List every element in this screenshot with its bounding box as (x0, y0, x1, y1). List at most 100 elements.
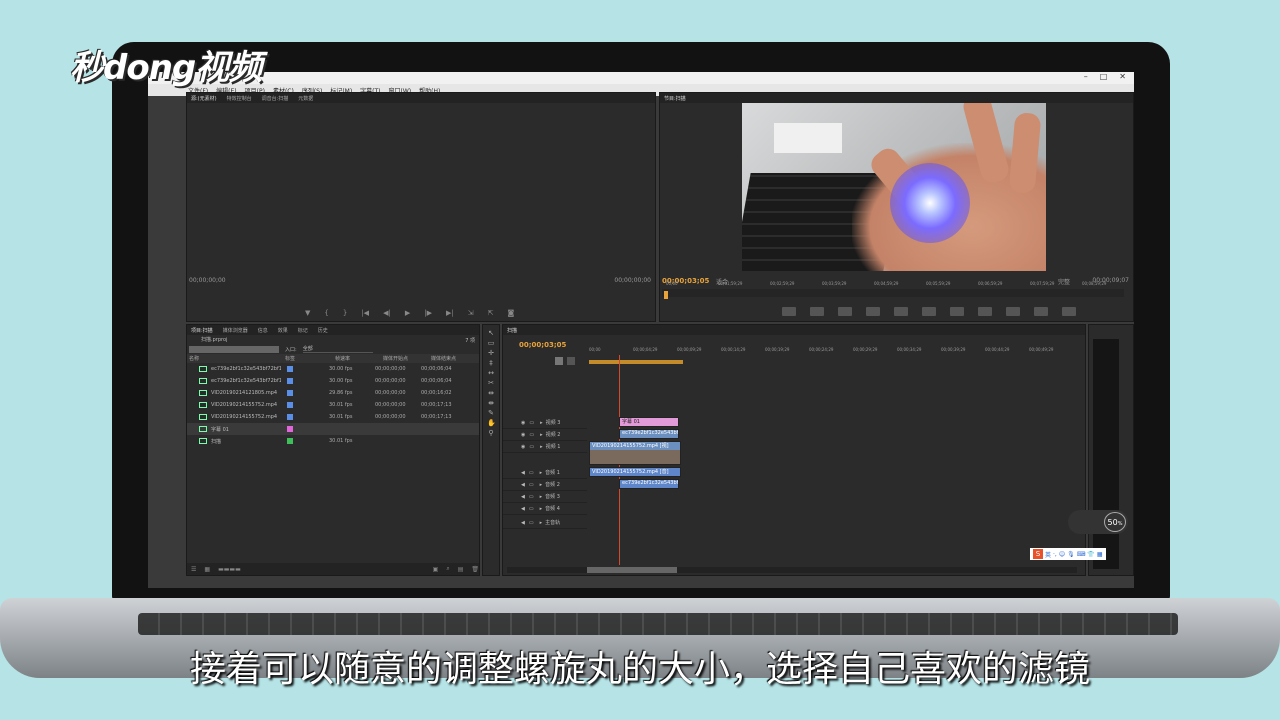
mark-in-icon[interactable] (782, 307, 796, 316)
list-view-icon[interactable]: ☰ (191, 566, 196, 573)
lock-icon[interactable]: ▭ (529, 444, 534, 450)
lift-icon[interactable] (1006, 307, 1020, 316)
tab-sequence[interactable]: 扫描 (507, 327, 517, 334)
eye-icon[interactable]: ◉ (521, 420, 525, 426)
speaker-icon[interactable]: ◀ (521, 494, 525, 500)
tab-source[interactable]: 源:(无素材) (191, 95, 217, 102)
snap-icon[interactable] (555, 357, 563, 365)
lock-icon[interactable]: ▭ (529, 470, 534, 476)
eye-icon[interactable]: ◉ (521, 444, 525, 450)
work-area-bar[interactable] (589, 360, 683, 364)
label-swatch[interactable] (287, 378, 293, 384)
set-out-icon[interactable]: } (343, 309, 347, 317)
extract-icon[interactable] (1034, 307, 1048, 316)
icon-view-icon[interactable]: ▦ (204, 566, 210, 573)
project-item[interactable]: ec739e2bf1c32e543bf72bf1 30.00 fps 00;00… (187, 375, 479, 387)
lock-icon[interactable]: ▭ (529, 482, 534, 488)
export-frame-icon[interactable] (1062, 307, 1076, 316)
project-item[interactable]: VID20190214155752.mp4 30.01 fps 00;00;00… (187, 399, 479, 411)
label-swatch[interactable] (287, 414, 293, 420)
maximize-icon[interactable]: □ (1100, 72, 1108, 81)
expand-icon[interactable]: ▸ (540, 520, 543, 526)
track-header[interactable]: ◉ ▭ ▸ 视频 3 (503, 417, 587, 429)
go-to-out-icon[interactable]: ▶| (446, 309, 454, 317)
tab-project[interactable]: 项目:扫描 (191, 327, 213, 334)
tab-audio-mixer[interactable]: 调音台:扫描 (262, 95, 289, 102)
rolling-edit-tool-icon[interactable]: ‡ (487, 359, 495, 367)
expand-icon[interactable]: ▸ (540, 482, 543, 488)
lock-icon[interactable]: ▭ (529, 432, 534, 438)
track-header[interactable]: ◀ ▭ ▸ 主音轨 (503, 517, 587, 529)
col-fps[interactable]: 帧速率 (335, 355, 383, 362)
project-item[interactable]: VID20190214121805.mp4 29.86 fps 00;00;00… (187, 387, 479, 399)
step-forward-icon[interactable] (950, 307, 964, 316)
eye-icon[interactable]: ◉ (521, 432, 525, 438)
tab-history[interactable]: 历史 (318, 327, 328, 334)
label-swatch[interactable] (287, 426, 293, 432)
delete-icon[interactable]: 🗑 (471, 566, 479, 573)
project-item[interactable]: 扫描 30.01 fps (187, 435, 479, 447)
a1-clip[interactable]: VID20190214155752.mp4 [音] (589, 467, 681, 477)
speaker-icon[interactable]: ◀ (521, 520, 525, 526)
a2-clip[interactable]: ec739e2bf1c32e543bf7 (619, 479, 679, 489)
ripple-edit-tool-icon[interactable]: ✛ (487, 349, 495, 357)
emoji-icon[interactable]: ☺ (1059, 551, 1065, 558)
selection-tool-icon[interactable]: ↖ (487, 329, 495, 337)
search-icon[interactable]: ⌕ (446, 565, 449, 573)
timeline-ruler[interactable]: 00;00 00;00;04;29 00;00;09;29 00;00;14;29 00… (587, 345, 1077, 361)
label-swatch[interactable] (287, 366, 293, 372)
minimize-icon[interactable]: – (1084, 72, 1088, 81)
v2-clip[interactable]: ec739e2bf1c32e543bf7 (619, 429, 679, 439)
entry-select[interactable]: 全部 (302, 345, 373, 353)
tab-effect-controls[interactable]: 特效控制台 (227, 95, 252, 102)
expand-icon[interactable]: ▸ (540, 432, 543, 438)
label-swatch[interactable] (287, 402, 293, 408)
expand-icon[interactable]: ▸ (540, 506, 543, 512)
col-label[interactable]: 标签 (285, 355, 335, 362)
slip-tool-icon[interactable]: ⇹ (487, 389, 495, 397)
hand-tool-icon[interactable]: ✋ (487, 419, 496, 427)
lock-icon[interactable]: ▭ (529, 520, 534, 526)
ime-tray[interactable]: S 英 ·, ☺ 🎙 ⌨ 👕 ▦ (1030, 548, 1106, 560)
sogou-icon[interactable]: S (1033, 549, 1043, 559)
timeline-scrollbar[interactable] (507, 567, 1077, 573)
track-header[interactable]: ◀ ▭ ▸ 音频 3 (503, 491, 587, 503)
razor-tool-icon[interactable]: ✂ (487, 379, 495, 387)
toolbox-icon[interactable]: ▦ (1097, 551, 1103, 558)
go-to-in-icon[interactable] (866, 307, 880, 316)
step-back-icon[interactable]: ◀| (383, 309, 391, 317)
new-bin-icon[interactable]: ▣ (433, 566, 439, 573)
quality-select[interactable]: 完整 (1058, 277, 1070, 286)
title-clip[interactable]: 字幕 01 (619, 417, 679, 427)
zoom-percentage-widget[interactable]: 50% (1068, 510, 1128, 534)
program-ruler[interactable]: 00;00 00;01;59;29 00;02;59;29 00;03;59;29 00… (662, 281, 1124, 297)
timeline-timecode[interactable]: 00;00;03;05 (519, 341, 566, 349)
set-out-icon[interactable] (838, 307, 852, 316)
set-in-icon[interactable]: { (324, 309, 328, 317)
tab-info[interactable]: 信息 (258, 327, 268, 334)
track-header[interactable]: ◀ ▭ ▸ 音频 4 (503, 503, 587, 515)
track-header[interactable]: ◉ ▭ ▸ 视频 2 (503, 429, 587, 441)
close-icon[interactable]: ✕ (1119, 72, 1126, 81)
camera-icon[interactable]: ◙ (507, 309, 514, 317)
project-search-input[interactable] (189, 345, 279, 353)
expand-icon[interactable]: ▸ (540, 444, 543, 450)
speaker-icon[interactable]: ◀ (521, 470, 525, 476)
track-header[interactable]: ◀ ▭ ▸ 音频 1 (503, 467, 587, 479)
track-header[interactable]: ◀ ▭ ▸ 音频 2 (503, 479, 587, 491)
tab-metadata[interactable]: 元数据 (298, 95, 313, 102)
keyboard-icon[interactable]: ⌨ (1077, 551, 1086, 558)
marker-icon[interactable] (567, 357, 575, 365)
tab-effects[interactable]: 效果 (278, 327, 288, 334)
label-swatch[interactable] (287, 438, 293, 444)
speaker-icon[interactable]: ◀ (521, 506, 525, 512)
expand-icon[interactable]: ▸ (540, 494, 543, 500)
new-item-icon[interactable]: ▤ (458, 566, 464, 573)
zoom-slider[interactable]: ▬▬▬▬ (218, 566, 241, 573)
tab-program[interactable]: 节目:扫描 (664, 95, 686, 102)
punct-icon[interactable]: ·, (1053, 551, 1057, 558)
project-item[interactable]: 字幕 01 (187, 423, 479, 435)
track-header[interactable]: ◉ ▭ ▸ 视频 1 (503, 441, 587, 453)
label-swatch[interactable] (287, 390, 293, 396)
project-item[interactable]: ec739e2bf1c32e543bf72bf1 30.00 fps 00;00… (187, 363, 479, 375)
